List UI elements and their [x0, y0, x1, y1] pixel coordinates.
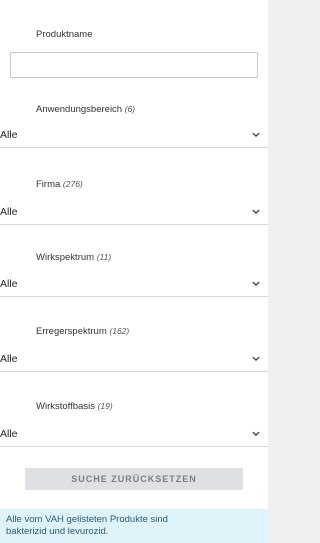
- chevron-down-icon: [252, 132, 260, 137]
- company-label-text: Firma: [36, 179, 61, 190]
- pathogen-spectrum-count: (162): [109, 326, 130, 336]
- activity-spectrum-select-value: Alle: [0, 278, 18, 290]
- chevron-down-icon: [252, 431, 260, 436]
- chevron-down-icon: [252, 281, 260, 286]
- active-ingredient-label: Wirkstoffbasis (19): [36, 401, 113, 412]
- product-name-input[interactable]: [10, 52, 258, 78]
- active-ingredient-select-value: Alle: [0, 428, 18, 440]
- product-name-label-text: Produktname: [36, 29, 93, 40]
- company-select[interactable]: Alle: [0, 201, 268, 225]
- pathogen-spectrum-label: Erregerspektrum (162): [36, 326, 129, 337]
- company-select-value: Alle: [0, 206, 18, 218]
- info-notice: Alle vom VAH gelisteten Produkte sind ba…: [0, 509, 268, 543]
- info-notice-line-2: bakterizid und levurozid.: [6, 526, 109, 537]
- chevron-down-icon: [252, 209, 260, 214]
- activity-spectrum-label-text: Wirkspektrum: [36, 252, 95, 263]
- active-ingredient-label-text: Wirkstoffbasis: [36, 401, 95, 412]
- pathogen-spectrum-select[interactable]: Alle: [0, 348, 268, 372]
- application-area-label: Anwendungsbereich (6): [36, 104, 135, 115]
- pathogen-spectrum-label-text: Erregerspektrum: [36, 326, 107, 337]
- reset-search-button[interactable]: SUCHE ZURÜCKSETZEN: [25, 468, 243, 490]
- application-area-select[interactable]: Alle: [0, 124, 268, 148]
- application-area-select-value: Alle: [0, 129, 18, 141]
- application-area-label-text: Anwendungsbereich: [36, 104, 123, 115]
- active-ingredient-count: (19): [97, 401, 113, 411]
- info-notice-line-1: Alle vom VAH gelisteten Produkte sind: [6, 514, 168, 525]
- product-name-label: Produktname: [36, 29, 93, 40]
- activity-spectrum-label: Wirkspektrum (11): [36, 252, 111, 263]
- company-label: Firma (276): [36, 179, 83, 190]
- search-filter-panel: Produktname Anwendungsbereich (6) Alle F…: [0, 0, 268, 543]
- company-count: (276): [62, 179, 83, 189]
- activity-spectrum-count: (11): [96, 252, 112, 262]
- pathogen-spectrum-select-value: Alle: [0, 353, 18, 365]
- activity-spectrum-select[interactable]: Alle: [0, 273, 268, 297]
- application-area-count: (6): [124, 104, 136, 114]
- active-ingredient-select[interactable]: Alle: [0, 423, 268, 447]
- chevron-down-icon: [252, 356, 260, 361]
